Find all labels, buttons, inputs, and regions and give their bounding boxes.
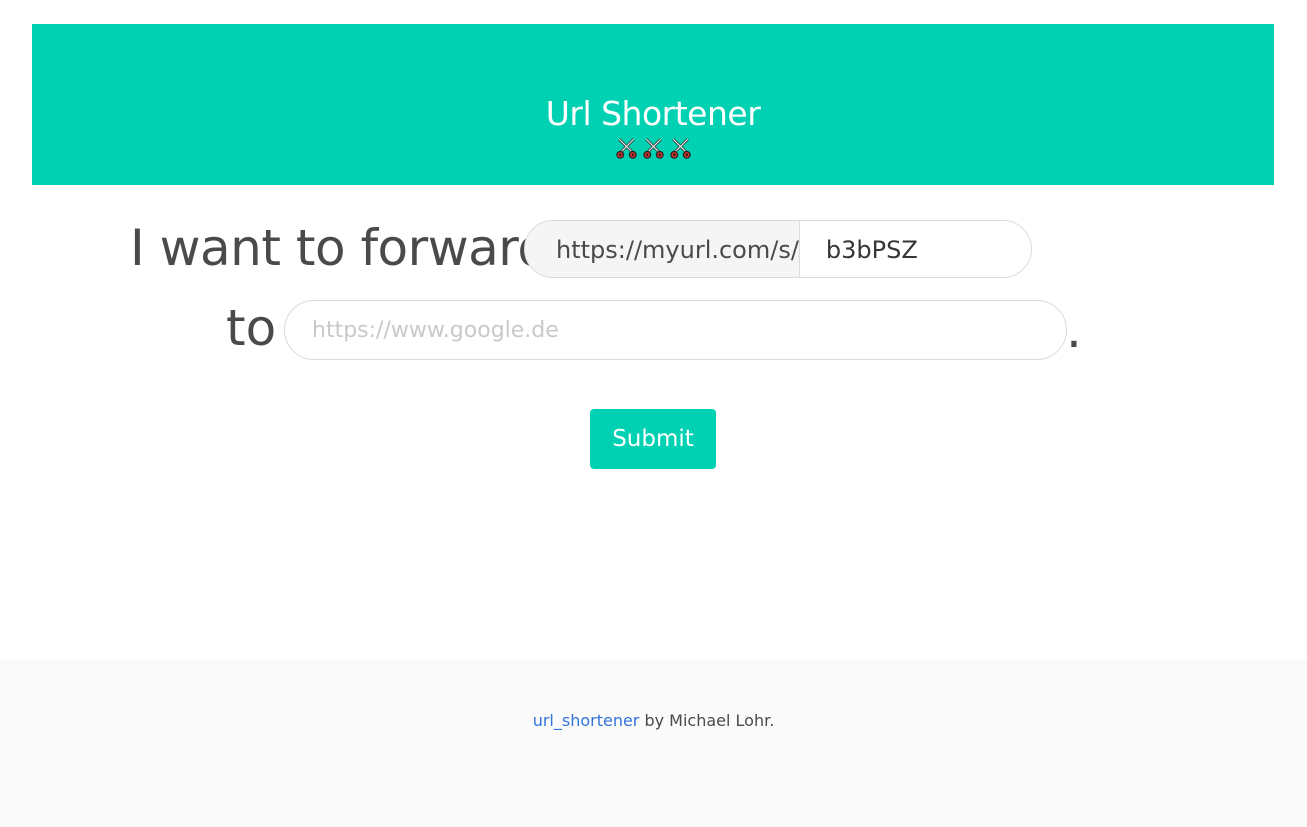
target-url-input[interactable] bbox=[284, 300, 1067, 360]
footer-byline: by Michael Lohr. bbox=[639, 711, 775, 730]
submit-button[interactable]: Submit bbox=[590, 409, 716, 469]
footer: url_shortener by Michael Lohr. bbox=[0, 660, 1307, 827]
header-banner: Url Shortener bbox=[32, 24, 1274, 185]
to-label: to bbox=[226, 299, 277, 357]
scissors-icon bbox=[642, 138, 664, 159]
sentence-period: . bbox=[1066, 301, 1082, 359]
short-url-field-group: https://myurl.com/s/ bbox=[524, 220, 1032, 278]
footer-text: url_shortener by Michael Lohr. bbox=[0, 710, 1307, 732]
page-title: Url Shortener bbox=[545, 94, 761, 133]
url-prefix-addon: https://myurl.com/s/ bbox=[525, 221, 800, 277]
forward-label: I want to forward bbox=[130, 219, 549, 277]
scissors-icon bbox=[615, 138, 637, 159]
page: Url Shortener I want to forward https://… bbox=[0, 0, 1307, 827]
short-code-input[interactable] bbox=[799, 221, 1031, 277]
header-icons bbox=[32, 135, 1274, 161]
project-link[interactable]: url_shortener bbox=[533, 711, 640, 730]
scissors-icon bbox=[669, 138, 691, 159]
